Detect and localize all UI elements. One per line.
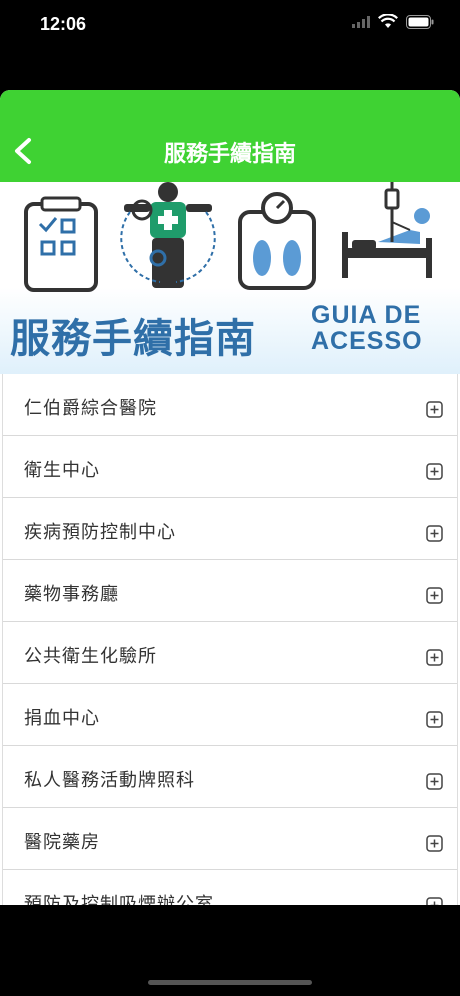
- list-item[interactable]: 仁伯爵綜合醫院: [3, 374, 457, 436]
- status-bar: 12:06: [0, 0, 460, 52]
- plus-square-icon[interactable]: [426, 773, 443, 790]
- status-time: 12:06: [40, 14, 87, 34]
- status-icons: [352, 14, 434, 29]
- list-item-label: 仁伯爵綜合醫院: [24, 398, 157, 419]
- home-indicator[interactable]: [148, 980, 312, 985]
- battery-icon: [406, 14, 434, 29]
- list-item-label: 衛生中心: [24, 460, 100, 481]
- hospital-bed-icon: [342, 182, 432, 278]
- list-item[interactable]: 醫院藥房: [3, 808, 457, 870]
- plus-square-icon[interactable]: [426, 401, 443, 418]
- wifi-icon: [378, 14, 398, 28]
- list-item[interactable]: 疾病預防控制中心: [3, 498, 457, 560]
- banner-subtitle-line2: ACESSO: [311, 327, 423, 355]
- plus-square-icon[interactable]: [426, 897, 443, 905]
- plus-square-icon[interactable]: [426, 649, 443, 666]
- list-item-label: 預防及控制吸煙辦公室: [24, 894, 214, 905]
- list-item-label: 私人醫務活動牌照科: [24, 770, 195, 791]
- banner-icons: [24, 182, 432, 292]
- list-item[interactable]: 捐血中心: [3, 684, 457, 746]
- scale-icon: [238, 192, 316, 290]
- banner-subtitle-line1: GUIA DE: [311, 301, 422, 329]
- list-item[interactable]: 公共衛生化驗所: [3, 622, 457, 684]
- signal-icon: [352, 15, 370, 28]
- checklist-icon: [24, 196, 98, 292]
- banner: 服務手續指南 GUIA DE ACESSO: [0, 182, 460, 374]
- list-item[interactable]: 私人醫務活動牌照科: [3, 746, 457, 808]
- list-item-label: 捐血中心: [24, 708, 100, 729]
- plus-square-icon[interactable]: [426, 711, 443, 728]
- service-list: 仁伯爵綜合醫院 衛生中心 疾病預防控制中心 藥物事務廳 公共衛生化驗所 捐血中心…: [2, 374, 458, 905]
- plus-square-icon[interactable]: [426, 835, 443, 852]
- list-item[interactable]: 衛生中心: [3, 436, 457, 498]
- list-item-label: 醫院藥房: [24, 832, 100, 853]
- plus-square-icon[interactable]: [426, 587, 443, 604]
- list-item-label: 公共衛生化驗所: [24, 646, 157, 667]
- banner-title: 服務手續指南: [10, 316, 256, 362]
- nav-bar: 服務手續指南: [0, 90, 460, 182]
- list-item-label: 藥物事務廳: [24, 584, 119, 605]
- list-item[interactable]: 藥物事務廳: [3, 560, 457, 622]
- doctor-icon: [120, 182, 216, 288]
- banner-subtitle: GUIA DE ACESSO: [311, 302, 423, 354]
- list-item-label: 疾病預防控制中心: [24, 522, 176, 543]
- app-frame: 服務手續指南 服務手續指南 GUIA DE ACESSO 仁伯爵綜合醫院 衛生中…: [0, 90, 460, 905]
- plus-square-icon[interactable]: [426, 463, 443, 480]
- plus-square-icon[interactable]: [426, 525, 443, 542]
- list-item[interactable]: 預防及控制吸煙辦公室: [3, 870, 457, 905]
- page-title: 服務手續指南: [163, 142, 296, 167]
